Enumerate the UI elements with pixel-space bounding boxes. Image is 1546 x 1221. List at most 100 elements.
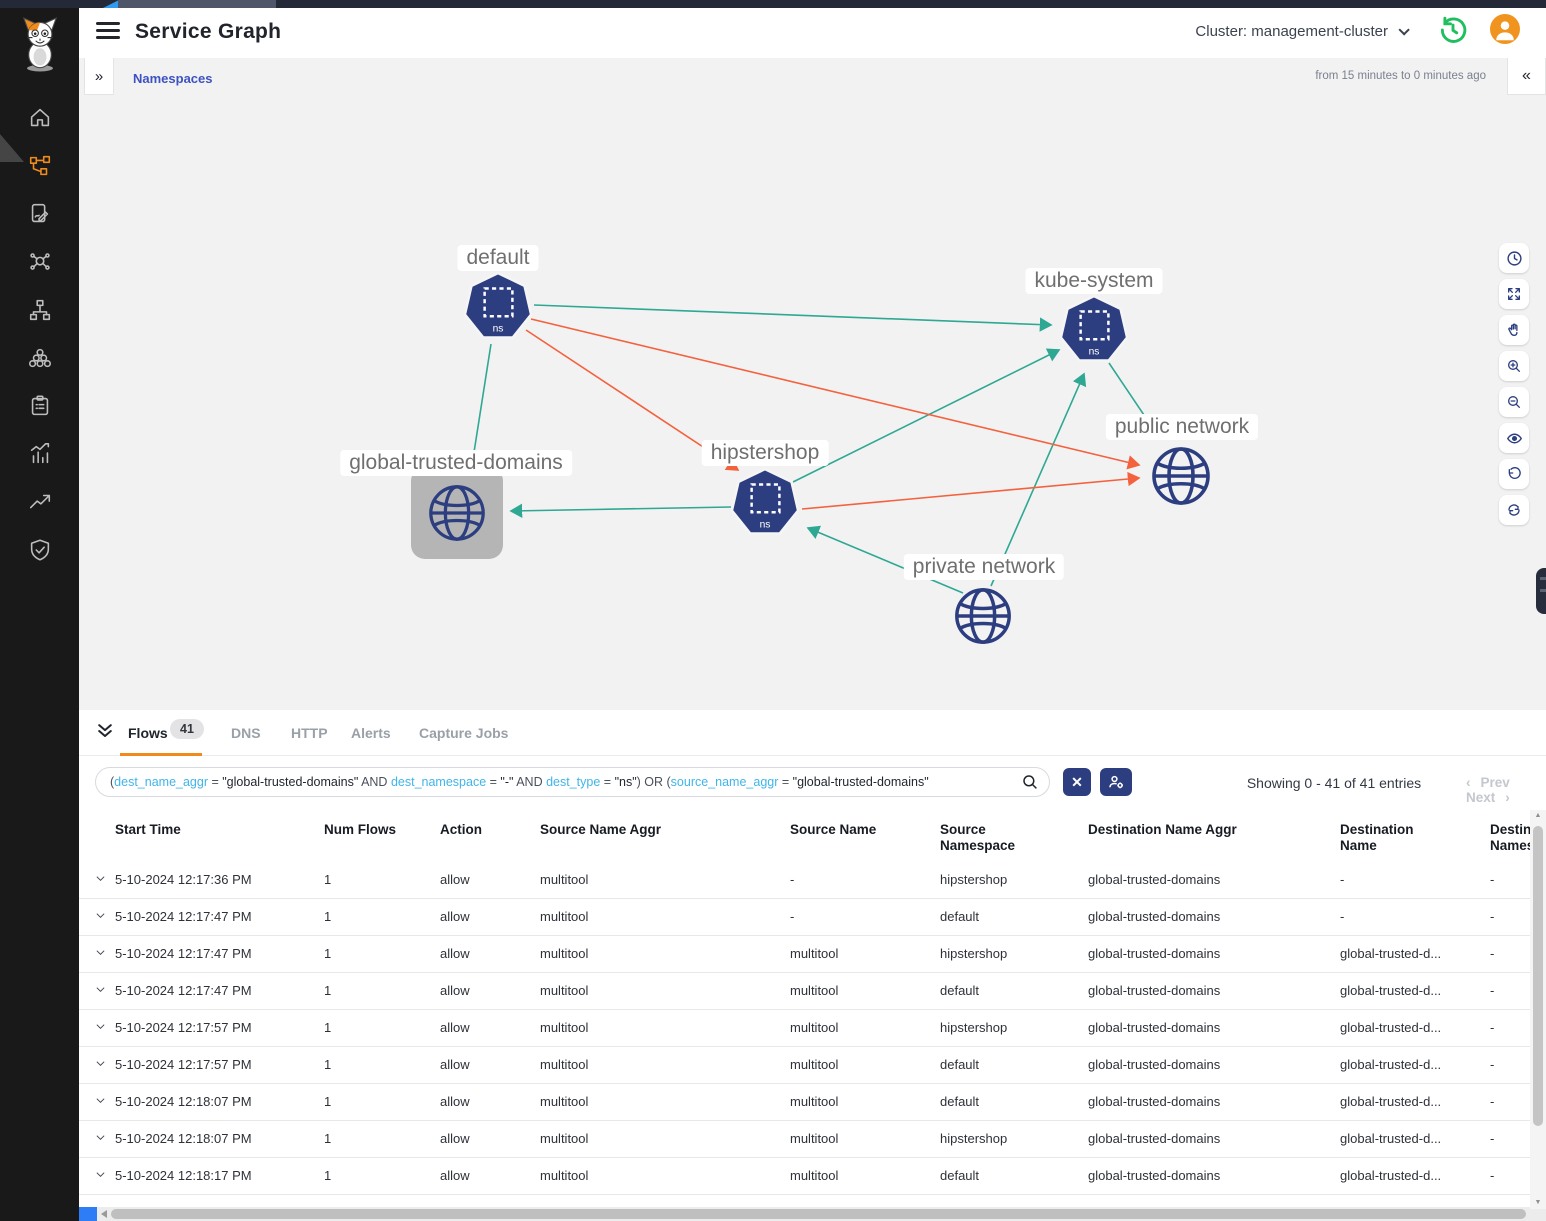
col-source-namespace[interactable]: Source Namespace — [940, 822, 1050, 854]
breadcrumb[interactable]: Namespaces — [133, 71, 213, 86]
prev-chevron-icon[interactable]: ‹ — [1466, 775, 1471, 790]
col-source-name-aggr[interactable]: Source Name Aggr — [540, 822, 661, 838]
node-label-private-network[interactable]: private network — [904, 554, 1064, 580]
scroll-down-arrow[interactable]: ▼ — [1530, 1197, 1546, 1209]
node-public-network[interactable] — [1148, 443, 1214, 514]
service-graph-icon[interactable] — [0, 142, 79, 190]
vertical-scroll-thumb[interactable] — [1533, 826, 1543, 1126]
threat-defense-icon[interactable] — [0, 526, 79, 574]
filter-query-input[interactable]: (dest_name_aggr = "global-trusted-domain… — [95, 767, 1050, 797]
networks-icon[interactable] — [0, 286, 79, 334]
trends-icon[interactable] — [0, 478, 79, 526]
calico-cat-logo[interactable] — [18, 16, 62, 72]
col-action[interactable]: Action — [440, 822, 482, 838]
node-global-trusted-domains[interactable] — [425, 481, 489, 550]
cell-source-namespace: default — [940, 983, 1050, 998]
pan-icon[interactable] — [1499, 315, 1529, 345]
table-row[interactable]: 5-10-2024 12:18:07 PM 1 allow multitool … — [79, 1084, 1530, 1121]
visibility-icon[interactable] — [1499, 423, 1529, 453]
node-label-global-trusted-domains[interactable]: global-trusted-domains — [340, 450, 572, 476]
node-default[interactable]: ns — [462, 271, 534, 348]
compliance-icon[interactable] — [0, 382, 79, 430]
node-label-hipstershop[interactable]: hipstershop — [702, 440, 829, 466]
graph-edges — [79, 58, 1546, 710]
node-private-network[interactable] — [951, 584, 1015, 653]
history-icon[interactable] — [1438, 15, 1468, 45]
row-expand-chevron-icon[interactable] — [95, 872, 106, 887]
cell-destination-name-aggr: global-trusted-domains — [1088, 983, 1220, 998]
hamburger-menu-icon[interactable] — [96, 22, 120, 42]
node-hipstershop[interactable]: ns — [729, 467, 801, 544]
col-num-flows[interactable]: Num Flows — [324, 822, 396, 838]
next-chevron-icon[interactable]: › — [1505, 790, 1510, 805]
clusters-icon[interactable] — [0, 334, 79, 382]
prev-button[interactable]: Prev — [1481, 775, 1510, 790]
cell-source-name: - — [790, 909, 794, 924]
col-destination-name[interactable]: Destination Name — [1340, 822, 1450, 854]
table-row[interactable]: 5-10-2024 12:17:47 PM 1 allow multitool … — [79, 973, 1530, 1010]
time-icon[interactable] — [1499, 243, 1529, 273]
cell-num-flows: 1 — [324, 1020, 331, 1035]
node-label-kube-system[interactable]: kube-system — [1025, 268, 1162, 294]
horizontal-scrollbar[interactable] — [79, 1207, 1546, 1221]
tab-http[interactable]: HTTP — [291, 725, 328, 741]
vertical-scrollbar[interactable]: ▲ ▼ — [1530, 810, 1546, 1209]
undo-icon[interactable] — [1499, 459, 1529, 489]
cell-start-time: 5-10-2024 12:17:47 PM — [115, 946, 252, 961]
table-row[interactable]: 5-10-2024 12:18:07 PM 1 allow multitool … — [79, 1121, 1530, 1158]
horizontal-scroll-thumb[interactable] — [111, 1209, 1526, 1219]
tab-dns[interactable]: DNS — [231, 725, 261, 741]
col-source-name[interactable]: Source Name — [790, 822, 876, 838]
row-expand-chevron-icon[interactable] — [95, 983, 106, 998]
collapse-panel-button[interactable]: « — [1507, 58, 1546, 95]
row-expand-chevron-icon[interactable] — [95, 1094, 106, 1109]
cell-source-name-aggr: multitool — [540, 1057, 588, 1072]
row-expand-chevron-icon[interactable] — [95, 1168, 106, 1183]
cell-source-name-aggr: multitool — [540, 909, 588, 924]
query-token: dest_namespace — [391, 775, 486, 789]
row-expand-chevron-icon[interactable] — [95, 946, 106, 961]
expand-breadcrumb-button[interactable]: » — [84, 58, 114, 95]
row-expand-chevron-icon[interactable] — [95, 1131, 106, 1146]
service-graph-canvas[interactable]: ns ns ns default k — [79, 58, 1546, 710]
scroll-corner-accent — [79, 1207, 97, 1221]
col-start-time[interactable]: Start Time — [115, 822, 181, 838]
table-row[interactable]: 5-10-2024 12:17:57 PM 1 allow multitool … — [79, 1047, 1530, 1084]
policies-icon[interactable] — [0, 190, 79, 238]
side-panel-handle[interactable] — [1536, 568, 1546, 614]
zoom-in-icon[interactable] — [1499, 351, 1529, 381]
tab-flows[interactable]: Flows — [128, 725, 168, 741]
cluster-selector[interactable]: Cluster: management-cluster — [1195, 23, 1406, 40]
endpoints-icon[interactable] — [0, 238, 79, 286]
table-row[interactable]: 5-10-2024 12:17:57 PM 1 allow multitool … — [79, 1010, 1530, 1047]
cell-start-time: 5-10-2024 12:18:07 PM — [115, 1131, 252, 1146]
tab-alerts[interactable]: Alerts — [351, 725, 391, 741]
table-row[interactable]: 5-10-2024 12:17:47 PM 1 allow multitool … — [79, 936, 1530, 973]
table-row[interactable]: 5-10-2024 12:17:36 PM 1 allow multitool … — [79, 862, 1530, 899]
expand-icon[interactable] — [1499, 279, 1529, 309]
activity-icon[interactable] — [0, 430, 79, 478]
clear-filter-button[interactable]: ✕ — [1063, 768, 1091, 796]
row-expand-chevron-icon[interactable] — [95, 1020, 106, 1035]
table-row[interactable]: 5-10-2024 12:18:17 PM 1 allow multitool … — [79, 1158, 1530, 1195]
node-label-default[interactable]: default — [457, 245, 538, 271]
col-destination-name-aggr[interactable]: Destination Name Aggr — [1088, 822, 1237, 838]
refresh-icon[interactable] — [1499, 495, 1529, 525]
home-icon[interactable] — [0, 94, 79, 142]
collapse-flows-icon[interactable] — [95, 721, 115, 746]
next-button[interactable]: Next — [1466, 790, 1495, 805]
node-kube-system[interactable]: ns — [1058, 294, 1130, 371]
scroll-up-arrow[interactable]: ▲ — [1530, 810, 1546, 822]
node-label-public-network[interactable]: public network — [1106, 414, 1258, 440]
row-expand-chevron-icon[interactable] — [95, 909, 106, 924]
row-expand-chevron-icon[interactable] — [95, 1057, 106, 1072]
tab-capture-jobs[interactable]: Capture Jobs — [419, 725, 508, 741]
query-token: = — [486, 775, 500, 789]
table-row[interactable]: 5-10-2024 12:17:47 PM 1 allow multitool … — [79, 899, 1530, 936]
search-icon[interactable] — [1021, 773, 1039, 796]
column-settings-button[interactable] — [1100, 768, 1132, 796]
zoom-out-icon[interactable] — [1499, 387, 1529, 417]
cell-source-name-aggr: multitool — [540, 1094, 588, 1109]
user-avatar[interactable] — [1490, 14, 1520, 44]
scroll-left-arrow[interactable] — [101, 1210, 107, 1218]
